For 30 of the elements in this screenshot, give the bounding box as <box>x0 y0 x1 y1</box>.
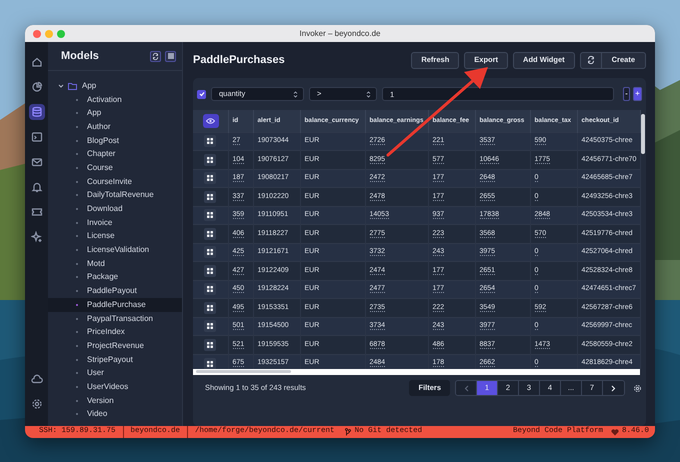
remove-button[interactable]: - <box>623 87 630 101</box>
tree-item[interactable]: Invoice <box>48 216 182 230</box>
tree-item[interactable]: DailyTotalRevenue <box>48 188 182 202</box>
tree-item[interactable]: Author <box>48 120 182 134</box>
add-button[interactable]: + <box>633 87 642 101</box>
tree-item[interactable]: UserVideos <box>48 380 182 394</box>
tree-item[interactable]: ProjectRevenue <box>48 339 182 353</box>
tree-item[interactable]: PaddlePurchase <box>48 298 182 312</box>
tree-item[interactable]: Download <box>48 202 182 216</box>
sidebar-title: Models <box>61 48 100 64</box>
tree-item[interactable]: Package <box>48 270 182 284</box>
tree-item[interactable]: PaddlePayout <box>48 284 182 298</box>
tree-item[interactable]: BlogPost <box>48 134 182 148</box>
window-title: Invoker – beyondco.de <box>300 28 380 40</box>
tree-item[interactable]: Version <box>48 394 182 408</box>
tree-item[interactable]: LicenseValidation <box>48 243 182 257</box>
tree-item[interactable]: License <box>48 230 182 244</box>
tree-item[interactable]: Activation <box>48 92 182 106</box>
page-title: PaddlePurchases <box>193 52 286 68</box>
tree-item[interactable]: Video <box>48 408 182 422</box>
tree-item[interactable]: PriceIndex <box>48 325 182 340</box>
tree-item[interactable]: CourseInvite <box>48 174 182 188</box>
tree-item[interactable]: User <box>48 366 182 380</box>
tree-item[interactable]: StripePayout <box>48 352 182 366</box>
tree-folder[interactable]: App <box>48 79 182 93</box>
tree-item[interactable]: Chapter <box>48 147 182 162</box>
tree-item[interactable]: Motd <box>48 256 182 271</box>
tree-item[interactable]: Course <box>48 161 182 175</box>
tree-item[interactable]: PaypalTransaction <box>48 312 182 326</box>
tree-item[interactable]: App <box>48 106 182 120</box>
